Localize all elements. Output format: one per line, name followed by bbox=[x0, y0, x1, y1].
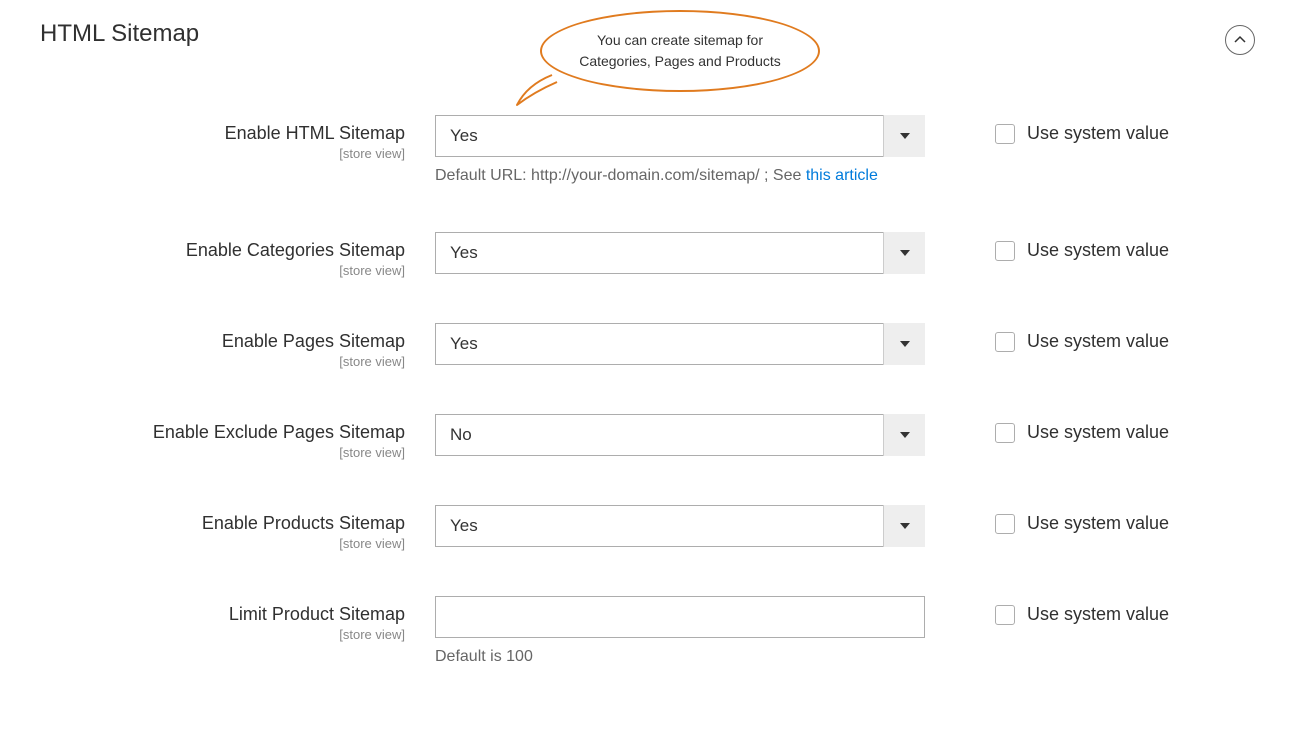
use-system-value-checkbox[interactable] bbox=[995, 332, 1015, 352]
helper-text: Default URL: http://your-domain.com/site… bbox=[435, 165, 925, 187]
field-label-col: Enable HTML Sitemap [store view] bbox=[40, 115, 435, 161]
select-value: Yes bbox=[435, 323, 925, 365]
field-row-enable-products-sitemap: Enable Products Sitemap [store view] Yes… bbox=[40, 505, 1255, 551]
chevron-up-icon bbox=[1234, 34, 1246, 46]
use-system-value-label[interactable]: Use system value bbox=[1027, 240, 1169, 261]
select-arrow bbox=[883, 323, 925, 365]
use-system-value-label[interactable]: Use system value bbox=[1027, 422, 1169, 443]
field-scope: [store view] bbox=[40, 445, 405, 460]
field-scope: [store view] bbox=[40, 263, 405, 278]
field-scope: [store view] bbox=[40, 146, 405, 161]
use-system-value-label[interactable]: Use system value bbox=[1027, 513, 1169, 534]
select-value: Yes bbox=[435, 505, 925, 547]
use-system-value-label[interactable]: Use system value bbox=[1027, 604, 1169, 625]
field-row-enable-exclude-pages-sitemap: Enable Exclude Pages Sitemap [store view… bbox=[40, 414, 1255, 460]
helper-link[interactable]: this article bbox=[806, 167, 878, 184]
field-input-col: Yes bbox=[435, 505, 925, 547]
field-scope: [store view] bbox=[40, 627, 405, 642]
field-label: Enable Categories Sitemap bbox=[40, 240, 405, 261]
field-row-limit-product-sitemap: Limit Product Sitemap [store view] Defau… bbox=[40, 596, 1255, 668]
chevron-down-icon bbox=[899, 522, 911, 530]
chevron-down-icon bbox=[899, 249, 911, 257]
field-check-col: Use system value bbox=[925, 232, 1169, 261]
field-label-col: Enable Pages Sitemap [store view] bbox=[40, 323, 435, 369]
callout-bubble: You can create sitemap for Categories, P… bbox=[540, 10, 820, 92]
field-check-col: Use system value bbox=[925, 323, 1169, 352]
section-title: HTML Sitemap bbox=[40, 20, 199, 48]
field-row-enable-categories-sitemap: Enable Categories Sitemap [store view] Y… bbox=[40, 232, 1255, 278]
callout-text-line1: You can create sitemap for bbox=[597, 32, 763, 48]
enable-categories-sitemap-select[interactable]: Yes bbox=[435, 232, 925, 274]
select-arrow bbox=[883, 115, 925, 157]
field-label-col: Enable Exclude Pages Sitemap [store view… bbox=[40, 414, 435, 460]
enable-pages-sitemap-select[interactable]: Yes bbox=[435, 323, 925, 365]
use-system-value-checkbox[interactable] bbox=[995, 605, 1015, 625]
field-label: Enable Products Sitemap bbox=[40, 513, 405, 534]
use-system-value-label[interactable]: Use system value bbox=[1027, 123, 1169, 144]
callout-text-line2: Categories, Pages and Products bbox=[579, 53, 781, 69]
field-input-col: No bbox=[435, 414, 925, 456]
help-callout: You can create sitemap for Categories, P… bbox=[540, 10, 820, 92]
field-label: Enable Exclude Pages Sitemap bbox=[40, 422, 405, 443]
helper-prefix: Default URL: http://your-domain.com/site… bbox=[435, 167, 806, 184]
field-check-col: Use system value bbox=[925, 414, 1169, 443]
enable-products-sitemap-select[interactable]: Yes bbox=[435, 505, 925, 547]
helper-text: Default is 100 bbox=[435, 646, 925, 668]
field-input-col: Yes bbox=[435, 323, 925, 365]
use-system-value-checkbox[interactable] bbox=[995, 124, 1015, 144]
select-arrow bbox=[883, 232, 925, 274]
field-check-col: Use system value bbox=[925, 596, 1169, 625]
select-arrow bbox=[883, 505, 925, 547]
use-system-value-checkbox[interactable] bbox=[995, 241, 1015, 261]
field-label: Enable HTML Sitemap bbox=[40, 123, 405, 144]
use-system-value-label[interactable]: Use system value bbox=[1027, 331, 1169, 352]
limit-product-sitemap-input[interactable] bbox=[435, 596, 925, 638]
select-value: Yes bbox=[435, 232, 925, 274]
field-label-col: Limit Product Sitemap [store view] bbox=[40, 596, 435, 642]
field-label: Enable Pages Sitemap bbox=[40, 331, 405, 352]
field-check-col: Use system value bbox=[925, 115, 1169, 144]
use-system-value-checkbox[interactable] bbox=[995, 514, 1015, 534]
field-input-col: Yes bbox=[435, 232, 925, 274]
field-scope: [store view] bbox=[40, 536, 405, 551]
chevron-down-icon bbox=[899, 132, 911, 140]
field-label-col: Enable Products Sitemap [store view] bbox=[40, 505, 435, 551]
section-header: HTML Sitemap You can create sitemap for … bbox=[40, 20, 1255, 55]
select-value: No bbox=[435, 414, 925, 456]
field-input-col: Yes Default URL: http://your-domain.com/… bbox=[435, 115, 925, 187]
field-check-col: Use system value bbox=[925, 505, 1169, 534]
enable-html-sitemap-select[interactable]: Yes bbox=[435, 115, 925, 157]
field-row-enable-pages-sitemap: Enable Pages Sitemap [store view] Yes Us… bbox=[40, 323, 1255, 369]
field-label-col: Enable Categories Sitemap [store view] bbox=[40, 232, 435, 278]
enable-exclude-pages-sitemap-select[interactable]: No bbox=[435, 414, 925, 456]
select-value: Yes bbox=[435, 115, 925, 157]
field-label: Limit Product Sitemap bbox=[40, 604, 405, 625]
field-input-col: Default is 100 bbox=[435, 596, 925, 668]
select-arrow bbox=[883, 414, 925, 456]
callout-tail-icon bbox=[512, 70, 562, 110]
chevron-down-icon bbox=[899, 340, 911, 348]
collapse-section-button[interactable] bbox=[1225, 25, 1255, 55]
field-scope: [store view] bbox=[40, 354, 405, 369]
field-row-enable-html-sitemap: Enable HTML Sitemap [store view] Yes Def… bbox=[40, 115, 1255, 187]
use-system-value-checkbox[interactable] bbox=[995, 423, 1015, 443]
chevron-down-icon bbox=[899, 431, 911, 439]
